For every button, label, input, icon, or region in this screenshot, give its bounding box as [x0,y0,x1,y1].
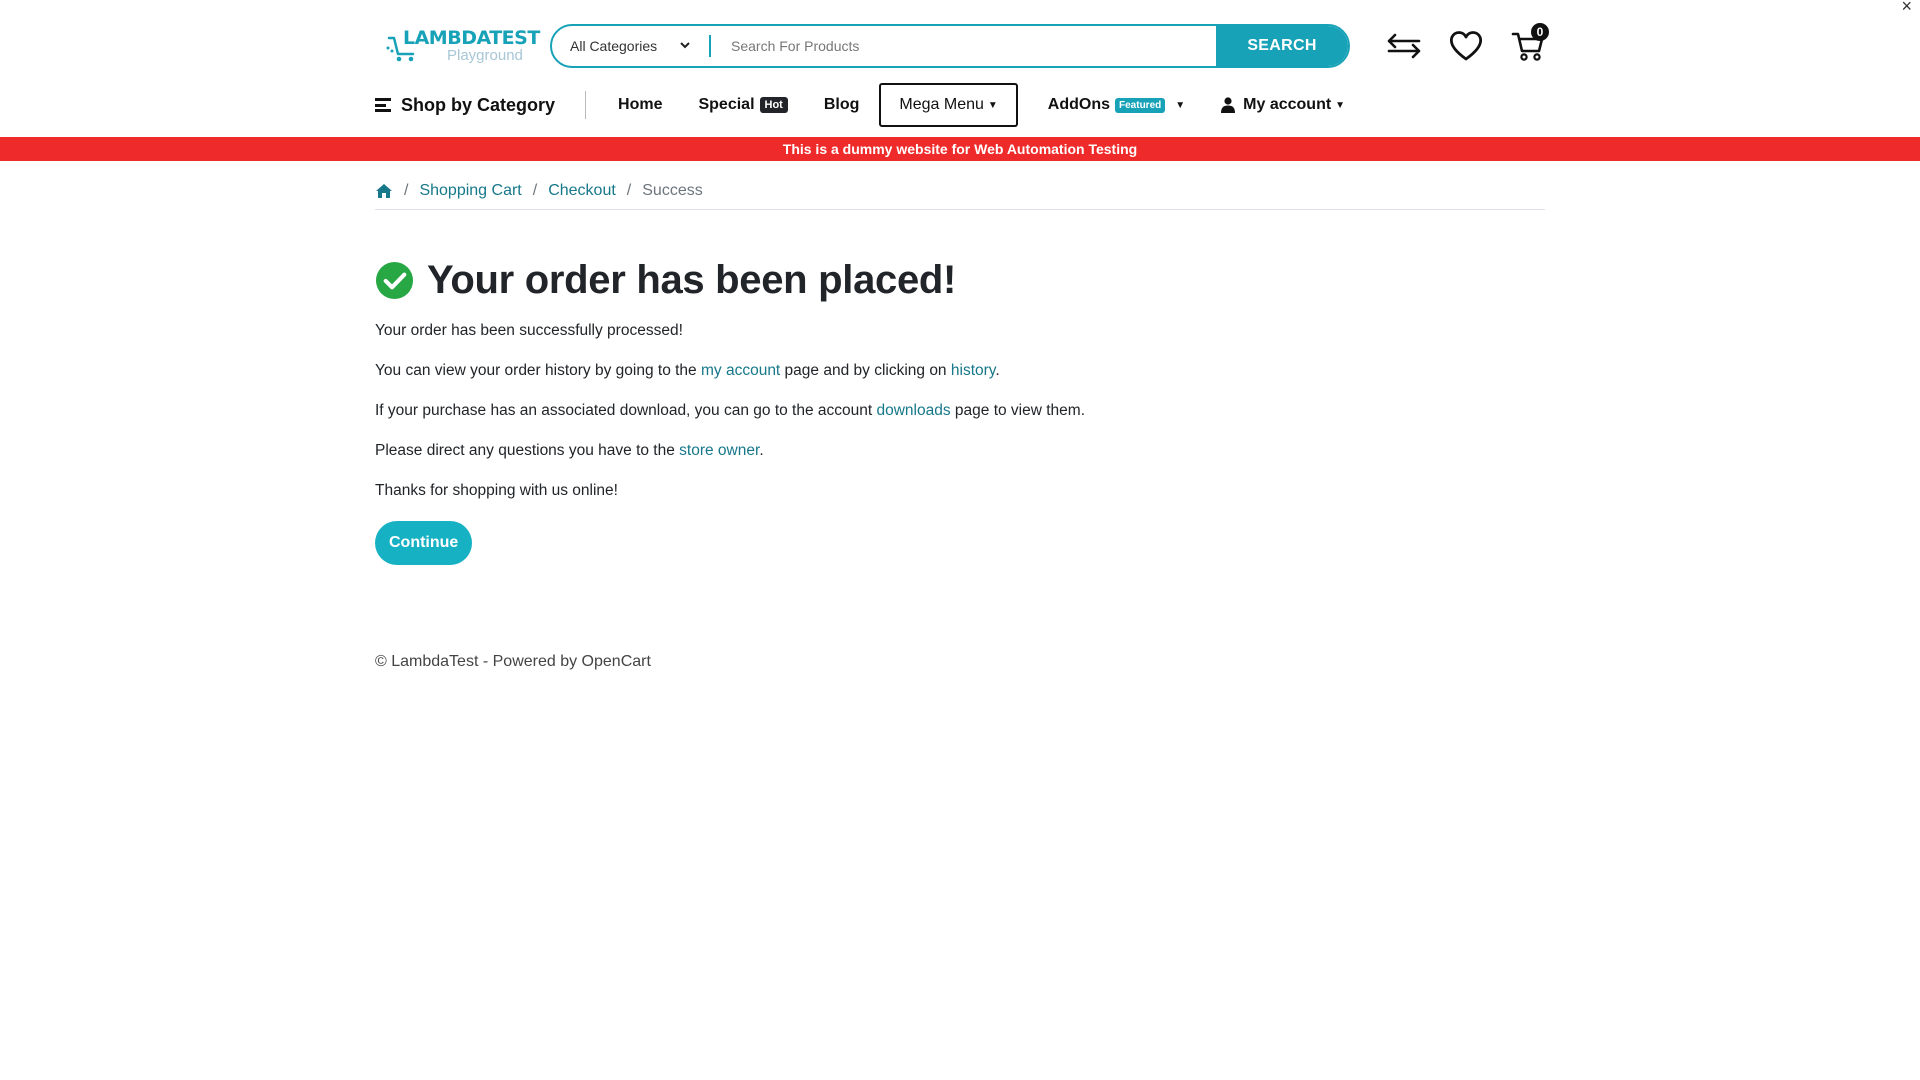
history-link[interactable]: history [951,362,996,379]
featured-badge: Featured [1115,97,1166,113]
hot-badge: Hot [759,97,788,113]
nav-addons-label: AddOns [1047,96,1111,113]
order-history-text: You can view your order history by going… [375,362,1000,379]
thanks-text: Thanks for shopping with us online! [375,482,618,499]
nav-mega-menu[interactable]: Mega Menu ▼ [879,83,1018,127]
search-input[interactable] [711,26,1216,66]
cart-icon[interactable]: 0 [1509,23,1549,65]
check-circle-icon [375,261,414,299]
shop-by-category-button[interactable]: Shop by Category [375,84,585,126]
breadcrumb-current: Success [642,181,703,199]
home-icon[interactable] [375,183,393,199]
hamburger-icon [375,98,393,112]
search-button[interactable]: SEARCH [1216,26,1348,66]
main-nav: Shop by Category Home Special Hot Blog M… [375,82,1545,128]
nav-special-label: Special [698,96,755,113]
nav-blog[interactable]: Blog [806,84,878,126]
nav-my-account[interactable]: My account ▼ [1203,84,1363,126]
breadcrumb-shopping-cart[interactable]: Shopping Cart [419,182,521,200]
nav-mega-menu-label: Mega Menu [899,96,984,113]
nav-my-account-label: My account [1243,96,1332,113]
page-title: Your order has been placed! [375,255,1545,305]
shop-by-category-label: Shop by Category [401,94,556,115]
questions-text: Please direct any questions you have to … [375,442,764,459]
cart-count-badge: 0 [1531,23,1549,41]
continue-button[interactable]: Continue [375,521,473,565]
breadcrumb-checkout[interactable]: Checkout [548,182,616,200]
breadcrumb-separator: / [626,181,632,199]
logo-brand: LAMBDATEST [403,27,540,49]
nav-home[interactable]: Home [600,84,680,126]
caret-down-icon: ▼ [987,99,998,111]
logo[interactable]: LAMBDATEST Playground [375,22,550,70]
category-select[interactable]: All Categories [552,26,709,66]
page-title-text: Your order has been placed! [427,257,957,302]
header: LAMBDATEST Playground All Categories SEA… [375,22,1549,70]
header-icons: 0 [1385,22,1549,70]
downloads-link[interactable]: downloads [877,402,951,419]
nav-divider [585,91,587,119]
downloads-text: If your purchase has an associated downl… [375,402,1086,419]
user-icon [1221,97,1236,113]
close-icon[interactable]: × [1901,0,1912,17]
my-account-link[interactable]: my account [701,362,780,379]
search-bar: All Categories SEARCH [550,24,1350,68]
logo-subtitle: Playground [447,47,523,64]
caret-down-icon: ▼ [1335,99,1346,111]
wishlist-heart-icon[interactable] [1447,27,1485,65]
store-owner-link[interactable]: store owner [679,442,759,459]
nav-special[interactable]: Special Hot [680,84,805,126]
nav-addons[interactable]: AddOns Featured ▼ [1030,84,1203,126]
caret-down-icon: ▼ [1175,99,1186,111]
breadcrumb: / Shopping Cart / Checkout / Success [375,172,1545,210]
compare-icon[interactable] [1385,27,1423,65]
success-message: Your order has been successfully process… [375,322,683,339]
category-select-value: All Categories [570,38,658,54]
footer-copyright: © LambdaTest - Powered by OpenCart [375,653,651,670]
main-content: Your order has been placed! Your order h… [375,255,1545,565]
chevron-down-icon [680,42,690,49]
breadcrumb-separator: / [532,181,538,199]
breadcrumb-separator: / [404,181,409,199]
notice-banner: This is a dummy website for Web Automati… [0,137,1920,161]
